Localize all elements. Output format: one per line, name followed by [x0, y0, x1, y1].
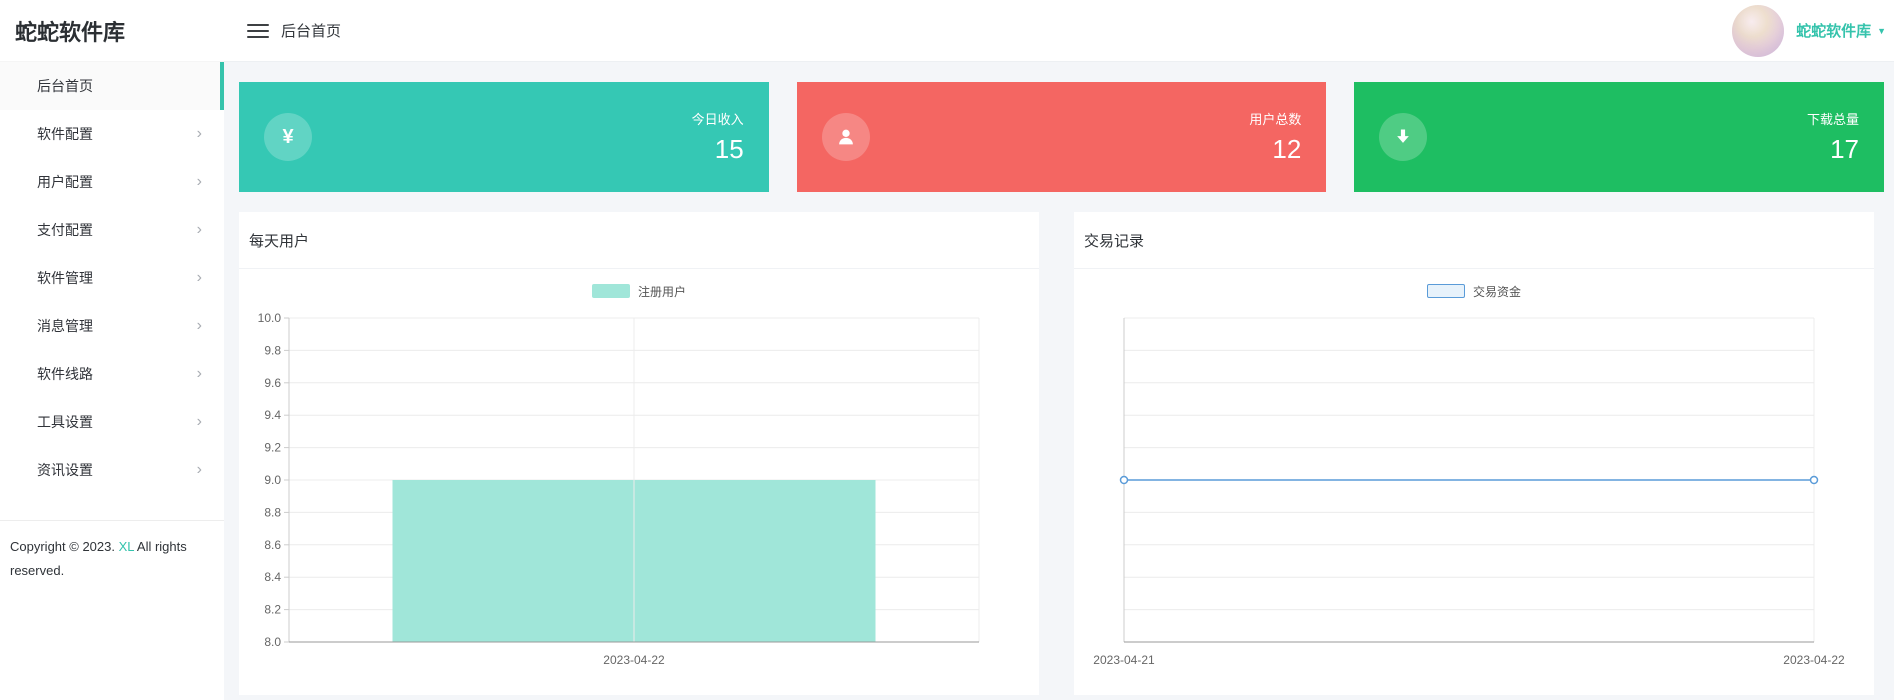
sidebar-item-label: 软件管理 — [37, 270, 93, 286]
download-icon — [1379, 113, 1428, 161]
stats-row: ¥ 今日收入 15 用户总数 12 下载总量 17 — [239, 82, 1885, 192]
sidebar-item-label: 用户配置 — [37, 174, 93, 190]
copyright-prefix: Copyright © 2023. — [10, 539, 119, 554]
sidebar-item-payment-config[interactable]: 支付配置 › — [0, 206, 224, 254]
panel-daily-users: 每天用户 注册用户 10.0 9.8 9.6 9.4 9.2 9.0 8.8 8.6 8.4 8.… — [239, 212, 1039, 695]
yen-icon: ¥ — [264, 113, 312, 161]
svg-text:8.6: 8.6 — [264, 538, 281, 552]
sidebar-item-software-manage[interactable]: 软件管理 › — [0, 254, 224, 302]
user-icon — [821, 113, 870, 161]
stat-value: 17 — [1830, 134, 1860, 164]
stat-card-downloads: 下载总量 17 — [1354, 82, 1885, 192]
sidebar-item-tool-settings[interactable]: 工具设置 › — [0, 398, 224, 446]
svg-text:9.8: 9.8 — [264, 343, 281, 357]
svg-text:8.4: 8.4 — [264, 570, 281, 584]
stat-label: 今日收入 — [691, 112, 744, 127]
svg-text:9.0: 9.0 — [264, 473, 281, 487]
sidebar-item-news-settings[interactable]: 资讯设置 › — [0, 446, 224, 494]
chevron-right-icon: › — [196, 173, 202, 190]
svg-text:2023-04-21: 2023-04-21 — [1093, 653, 1155, 667]
svg-text:9.2: 9.2 — [264, 441, 281, 455]
active-indicator — [220, 62, 224, 110]
legend-swatch-bar — [591, 284, 630, 298]
username: 蛇蛇软件库 — [1796, 23, 1872, 40]
chevron-right-icon: › — [196, 221, 202, 238]
user-menu[interactable]: 蛇蛇软件库 ▼ — [1732, 4, 1894, 57]
caret-down-icon: ▼ — [1877, 25, 1886, 36]
legend-label: 注册用户 — [637, 284, 686, 299]
panel-title: 每天用户 — [239, 212, 1039, 269]
svg-text:10.0: 10.0 — [258, 313, 282, 325]
chevron-right-icon: › — [196, 365, 202, 382]
chevron-right-icon: › — [196, 317, 202, 334]
sidebar-item-label: 资讯设置 — [37, 462, 93, 478]
main-content: ¥ 今日收入 15 用户总数 12 下载总量 17 每天用户 注册用户 10.0… — [224, 62, 1894, 700]
sidebar-item-message-manage[interactable]: 消息管理 › — [0, 302, 224, 350]
legend-item-registered-users[interactable]: 注册用户 — [239, 269, 1039, 313]
sidebar-item-label: 后台首页 — [37, 78, 93, 94]
sidebar-item-label: 软件线路 — [37, 366, 93, 382]
sidebar-menu: 后台首页 软件配置 › 用户配置 › 支付配置 › 软件管理 › 消息管理 › … — [0, 62, 224, 494]
copyright-brand-link[interactable]: XL — [119, 539, 134, 554]
app-logo: 蛇蛇软件库 — [0, 0, 224, 62]
hamburger-menu-icon[interactable] — [247, 23, 269, 38]
chevron-right-icon: › — [196, 413, 202, 430]
sidebar-item-label: 软件配置 — [37, 126, 93, 142]
breadcrumb: 后台首页 — [281, 23, 342, 40]
sidebar-item-label: 消息管理 — [37, 318, 93, 334]
copyright: Copyright © 2023. XL All rights reserved… — [0, 520, 224, 597]
sidebar-item-user-config[interactable]: 用户配置 › — [0, 158, 224, 206]
avatar[interactable] — [1732, 4, 1785, 57]
svg-text:8.2: 8.2 — [264, 603, 281, 617]
stat-card-income: ¥ 今日收入 15 — [239, 82, 769, 192]
svg-text:2023-04-22: 2023-04-22 — [603, 653, 665, 667]
svg-text:2023-04-22: 2023-04-22 — [1783, 653, 1845, 667]
panel-title: 交易记录 — [1074, 212, 1874, 269]
stat-value: 12 — [1272, 134, 1302, 164]
chevron-right-icon: › — [196, 269, 202, 286]
legend-swatch-line — [1426, 284, 1465, 298]
legend-label: 交易资金 — [1472, 284, 1521, 299]
stat-value: 15 — [714, 134, 744, 164]
chevron-right-icon: › — [196, 125, 202, 142]
svg-text:8.8: 8.8 — [264, 505, 281, 519]
stat-card-users: 用户总数 12 — [796, 82, 1327, 192]
stat-label: 下载总量 — [1807, 112, 1860, 127]
legend-item-transaction-funds[interactable]: 交易资金 — [1074, 269, 1874, 313]
sidebar-item-software-config[interactable]: 软件配置 › — [0, 110, 224, 158]
sidebar-item-label: 支付配置 — [37, 222, 93, 238]
stat-label: 用户总数 — [1249, 112, 1302, 127]
sidebar-item-software-line[interactable]: 软件线路 › — [0, 350, 224, 398]
svg-text:9.4: 9.4 — [264, 408, 281, 422]
panel-transactions: 交易记录 交易资金 2023-04-21 2023-04-22 — [1074, 212, 1874, 695]
panels-row: 每天用户 注册用户 10.0 9.8 9.6 9.4 9.2 9.0 8.8 8.6 8.4 8.… — [239, 212, 1874, 695]
transactions-line-chart: 2023-04-21 2023-04-22 — [1093, 317, 1845, 667]
sidebar: 蛇蛇软件库 后台首页 软件配置 › 用户配置 › 支付配置 › 软件管理 › 消… — [0, 0, 224, 700]
svg-text:8.0: 8.0 — [264, 635, 281, 649]
top-header: 后台首页 蛇蛇软件库 ▼ — [224, 0, 1894, 62]
chevron-right-icon: › — [196, 461, 202, 478]
sidebar-item-label: 工具设置 — [37, 414, 93, 430]
svg-text:9.6: 9.6 — [264, 376, 281, 390]
sidebar-item-dashboard[interactable]: 后台首页 — [0, 62, 224, 110]
daily-users-bar-chart: 10.0 9.8 9.6 9.4 9.2 9.0 8.8 8.6 8.4 8.2 8.0 2023-0… — [258, 313, 980, 667]
